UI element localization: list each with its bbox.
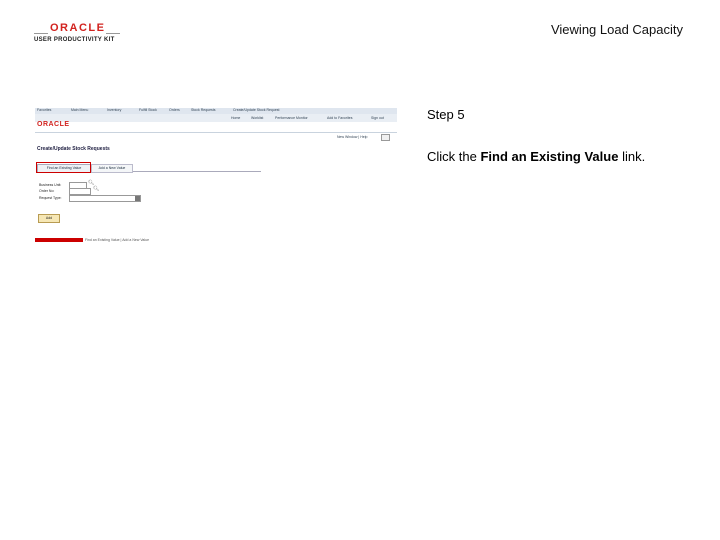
footer-links[interactable]: Find an Existing Value | Add a New Value	[85, 238, 149, 242]
instruction-target: Find an Existing Value	[480, 149, 619, 164]
instruction-suffix: link.	[618, 149, 646, 164]
order-no-label: Order No:	[39, 189, 55, 193]
page-heading: Create/Update Stock Requests	[37, 146, 110, 152]
slide-title: Viewing Load Capacity	[550, 22, 683, 37]
universal-nav: Home Worklist Performance Monitor Add to…	[35, 114, 397, 122]
breadcrumb-item[interactable]: Create/Update Stock Request	[233, 108, 280, 112]
step-label: Step 5	[427, 107, 465, 122]
lookup-icon[interactable]: 🔍︎	[93, 186, 99, 192]
breadcrumb-item[interactable]: Orders	[169, 108, 180, 112]
tab-add-new-value[interactable]: Add a New Value	[91, 164, 133, 173]
footer-highlight	[35, 238, 83, 242]
screenshot-brand: ORACLE	[37, 121, 70, 128]
menu-home[interactable]: Home	[231, 116, 240, 120]
request-type-label: Request Type:	[39, 196, 62, 200]
breadcrumb-item[interactable]: Inventory	[107, 108, 121, 112]
logo-product: USER PRODUCTIVITY KIT	[34, 37, 115, 43]
order-no-input[interactable]	[69, 188, 91, 195]
customize-icon[interactable]	[381, 134, 390, 141]
request-type-select[interactable]	[69, 195, 141, 202]
breadcrumb-item[interactable]: Stock Requests	[191, 108, 216, 112]
breadcrumb-item[interactable]: Main Menu	[71, 108, 88, 112]
logo-rule-right	[106, 33, 120, 34]
step-instruction: Click the Find an Existing Value link.	[427, 149, 645, 164]
highlight-box	[36, 162, 91, 173]
logo-rule-left	[34, 33, 48, 34]
menu-worklist[interactable]: Worklist	[251, 116, 263, 120]
instruction-prefix: Click the	[427, 149, 481, 164]
logo-brand: ORACLE	[50, 22, 106, 34]
screenshot-thumbnail: Favorites Main Menu Inventory Fulfill St…	[35, 108, 397, 256]
menu-favorites[interactable]: Add to Favorites	[327, 116, 352, 120]
business-unit-label: Business Unit:	[39, 183, 62, 187]
add-button[interactable]: Add	[38, 214, 60, 223]
tools-links[interactable]: New Window | Help	[337, 135, 367, 139]
menu-performance[interactable]: Performance Monitor	[275, 116, 308, 120]
menu-signout[interactable]: Sign out	[371, 116, 384, 120]
oracle-upk-logo: ORACLE USER PRODUCTIVITY KIT	[34, 22, 126, 48]
divider	[35, 132, 397, 133]
breadcrumb-item[interactable]: Favorites	[37, 108, 51, 112]
chevron-down-icon[interactable]	[135, 196, 140, 201]
breadcrumb-item[interactable]: Fulfill Stock	[139, 108, 157, 112]
